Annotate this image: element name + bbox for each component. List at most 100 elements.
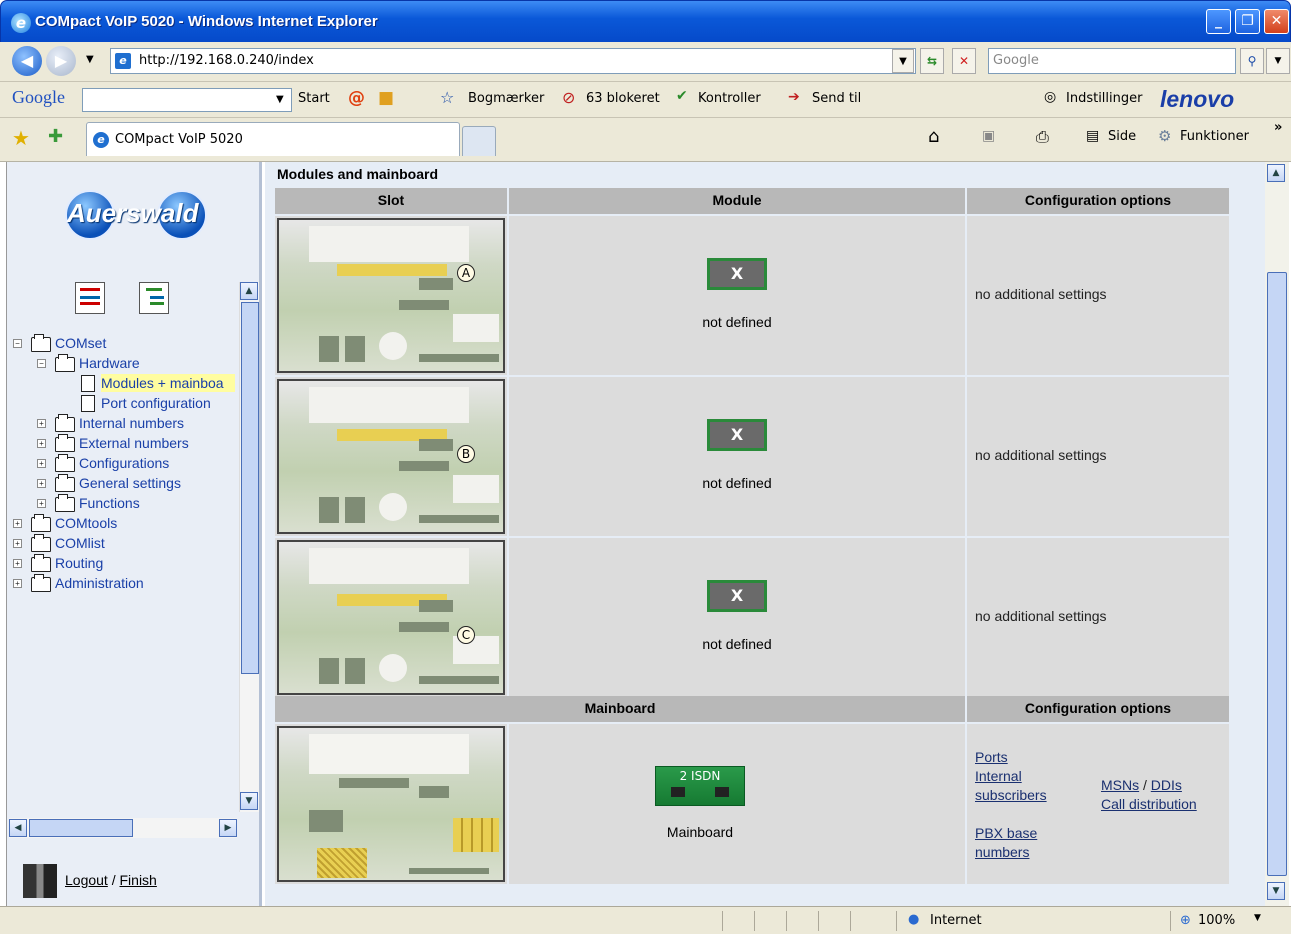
blocked-count[interactable]: 63 blokeret — [586, 91, 660, 106]
ddis-link[interactable]: DDIs — [1151, 777, 1182, 793]
expand-icon[interactable]: + — [37, 499, 46, 508]
undefined-module-icon[interactable]: X — [707, 258, 767, 290]
tab-compact-voip[interactable]: e COMpact VoIP 5020 — [86, 122, 460, 156]
google-logo: Google — [12, 87, 65, 107]
bookmarks-menu[interactable]: Bogmærker — [468, 91, 544, 106]
zoom-level[interactable]: 100% — [1198, 913, 1235, 928]
zoom-dropdown-icon[interactable]: ▼ — [1254, 913, 1261, 923]
spiral-icon[interactable]: @ — [348, 88, 365, 108]
google-search-input[interactable] — [82, 88, 292, 112]
slot-image: C — [277, 540, 505, 695]
expand-icon[interactable]: + — [13, 519, 22, 528]
address-dropdown-button[interactable]: ▼ — [892, 49, 914, 73]
home-icon[interactable]: ⌂ — [928, 126, 939, 147]
address-url: http://192.168.0.240/index — [139, 53, 314, 68]
main-vertical-scrollbar[interactable]: ▲ ▼ — [1265, 162, 1289, 906]
minimize-button[interactable]: _ — [1206, 9, 1231, 34]
msns-link[interactable]: MSNs — [1101, 777, 1139, 793]
msns-ddis-separator: / — [1143, 777, 1147, 793]
document-icon — [81, 395, 95, 412]
expand-icon[interactable]: + — [13, 579, 22, 588]
history-dropdown-icon[interactable]: ▼ — [86, 54, 94, 65]
expand-icon[interactable]: + — [37, 439, 46, 448]
mainboard-header: Mainboard — [275, 696, 965, 722]
scroll-right-icon[interactable]: ▶ — [219, 819, 237, 837]
slot-badge: A — [457, 264, 475, 282]
pbx-base-link-1[interactable]: PBX base — [975, 824, 1037, 843]
slot-image: B — [277, 379, 505, 534]
sidebar-scroll-thumb[interactable] — [241, 302, 259, 674]
module-column-header: Module — [509, 188, 965, 214]
google-search-dropdown-icon[interactable]: ▼ — [276, 94, 284, 105]
main-scroll-up-icon[interactable]: ▲ — [1267, 164, 1285, 182]
ports-link[interactable]: Ports — [975, 748, 1008, 767]
search-input[interactable]: Google — [988, 48, 1236, 74]
undefined-module-icon[interactable]: X — [707, 419, 767, 451]
logout-link[interactable]: Logout — [65, 872, 108, 888]
pbx-base-link-2[interactable]: numbers — [975, 843, 1029, 862]
tree-item-label: General settings — [79, 475, 181, 491]
stop-button[interactable]: ✕ — [952, 48, 976, 74]
slot-badge: B — [457, 445, 475, 463]
slot-options-text: no additional settings — [975, 286, 1107, 302]
undefined-module-icon[interactable]: X — [707, 580, 767, 612]
collapse-icon[interactable]: − — [13, 339, 22, 348]
popup-icon[interactable]: ■ — [378, 88, 394, 108]
tree-view-icon[interactable] — [139, 282, 169, 314]
star-icon[interactable]: ☆ — [440, 88, 454, 107]
sidebar-vertical-scrollbar[interactable]: ▲ ▼ — [239, 282, 259, 812]
print-icon[interactable]: ⎙ — [1036, 127, 1049, 147]
settings-menu[interactable]: Indstillinger — [1066, 91, 1142, 106]
tab-page-icon: e — [93, 132, 109, 148]
ie-logo-icon: e — [11, 13, 31, 33]
scroll-left-icon[interactable]: ◀ — [9, 819, 27, 837]
main-scroll-thumb[interactable] — [1267, 272, 1287, 876]
module-status: not defined — [702, 636, 772, 652]
zoom-icon: ⊕ — [1180, 913, 1191, 928]
security-zone: Internet — [930, 913, 982, 928]
new-tab-button[interactable] — [462, 126, 496, 156]
internal-subscribers-link-2[interactable]: subscribers — [975, 786, 1047, 805]
refresh-button[interactable]: ⇆ — [920, 48, 944, 74]
expand-icon[interactable]: + — [13, 559, 22, 568]
scroll-up-icon[interactable]: ▲ — [240, 282, 258, 300]
sidebar-hscroll-thumb[interactable] — [29, 819, 133, 837]
internet-globe-icon: ● — [908, 912, 920, 927]
send-to-menu[interactable]: Send til — [812, 91, 861, 106]
tools-menu[interactable]: Funktioner — [1180, 129, 1249, 144]
favorites-star-icon[interactable]: ★ — [12, 126, 30, 150]
page-icon: e — [115, 53, 131, 69]
expand-icon[interactable]: + — [37, 459, 46, 468]
search-icon[interactable]: ⚲ — [1240, 48, 1264, 74]
expand-icon[interactable]: + — [13, 539, 22, 548]
tree-item-label: Configurations — [79, 455, 170, 471]
maximize-button[interactable]: ❐ — [1235, 9, 1260, 34]
more-chevron-icon[interactable]: » — [1274, 120, 1282, 135]
main-scroll-down-icon[interactable]: ▼ — [1267, 882, 1285, 900]
start-button[interactable]: Start — [298, 91, 330, 106]
sidebar-horizontal-scrollbar[interactable]: ◀ ▶ — [9, 818, 237, 838]
list-view-icon[interactable] — [75, 282, 105, 314]
folder-icon — [31, 514, 51, 532]
collapse-icon[interactable]: − — [37, 359, 46, 368]
exit-door-icon — [23, 864, 57, 898]
expand-icon[interactable]: + — [37, 479, 46, 488]
address-input[interactable]: e http://192.168.0.240/index — [110, 48, 916, 74]
feeds-icon[interactable]: ▣ — [982, 128, 995, 144]
spellcheck-button[interactable]: Kontroller — [698, 91, 761, 106]
back-button[interactable]: ◀ — [12, 46, 42, 76]
google-toolbar: Google ▼ Start @ ■ ☆ Bogmærker ⊘ 63 blok… — [0, 82, 1291, 118]
slot-column-header: Slot — [275, 188, 507, 214]
call-distribution-link[interactable]: Call distribution — [1101, 795, 1197, 814]
search-options-icon[interactable]: ▼ — [1266, 48, 1290, 74]
page-menu[interactable]: Side — [1108, 129, 1136, 144]
expand-icon[interactable]: + — [37, 419, 46, 428]
blocked-icon: ⊘ — [562, 88, 576, 107]
internal-subscribers-link-1[interactable]: Internal — [975, 767, 1022, 786]
add-favorite-icon[interactable]: ✚ — [48, 126, 63, 147]
forward-button[interactable]: ▶ — [46, 46, 76, 76]
close-button[interactable]: ✕ — [1264, 9, 1289, 34]
scroll-down-icon[interactable]: ▼ — [240, 792, 258, 810]
finish-link[interactable]: Finish — [120, 872, 157, 888]
tree-item-label: COMset — [55, 335, 107, 351]
